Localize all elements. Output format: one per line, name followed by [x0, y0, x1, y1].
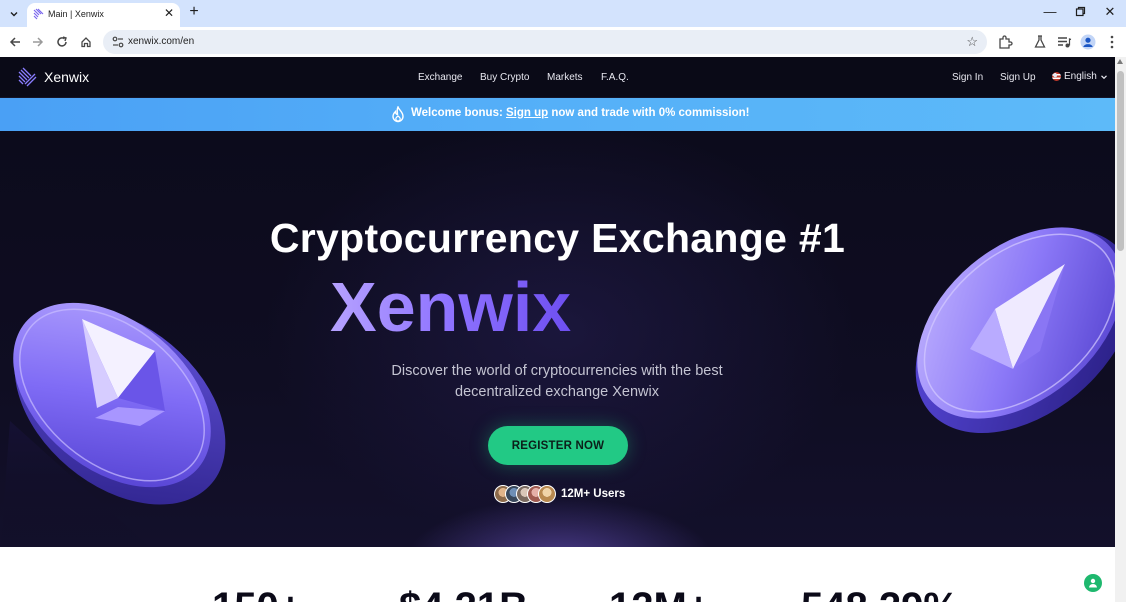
forward-arrow-icon[interactable]: [29, 33, 47, 51]
hero-section: Cryptocurrency Exchange #1 Xenwix Discov…: [0, 131, 1115, 547]
scroll-up-arrow-icon[interactable]: [1117, 59, 1123, 64]
scrollbar-thumb[interactable]: [1117, 71, 1124, 251]
reload-icon[interactable]: [53, 33, 71, 51]
register-now-button[interactable]: REGISTER NOW: [488, 426, 628, 465]
banner-suffix: now and trade with 0% commission!: [548, 107, 750, 119]
stat-value: $4.21B: [399, 585, 528, 602]
minimize-window-icon[interactable]: —: [1040, 4, 1060, 19]
hero-title: Cryptocurrency Exchange #1: [269, 215, 846, 261]
users-count-label: 12M+ Users: [561, 488, 626, 500]
browser-tab-active[interactable]: Main | Xenwix ✕: [27, 3, 180, 27]
close-window-icon[interactable]: ✕: [1100, 4, 1120, 20]
tab-title: Main | Xenwix: [48, 9, 104, 19]
nav-markets[interactable]: Markets: [547, 72, 583, 83]
hero-brand-name: Xenwix: [330, 268, 572, 346]
tab-close-icon[interactable]: ✕: [164, 6, 174, 20]
chevron-down-icon: [1100, 74, 1107, 79]
xenwix-logo-icon[interactable]: [17, 67, 37, 87]
nav-buy-crypto[interactable]: Buy Crypto: [480, 72, 529, 83]
address-bar[interactable]: xenwix.com/en ☆: [103, 30, 987, 54]
labs-flask-icon[interactable]: [1032, 34, 1048, 50]
browser-tab-bar: Main | Xenwix ✕ + — ✕: [0, 0, 1126, 27]
back-arrow-icon[interactable]: [6, 33, 24, 51]
browser-toolbar: xenwix.com/en ☆: [0, 27, 1126, 57]
bookmark-star-icon[interactable]: ☆: [966, 34, 978, 50]
banner-sign-up-link[interactable]: Sign up: [506, 107, 548, 119]
extensions-puzzle-icon[interactable]: [997, 34, 1013, 50]
home-icon[interactable]: [77, 33, 95, 51]
profile-avatar-icon[interactable]: [1080, 34, 1096, 50]
ethereum-coin-left-icon: [0, 302, 226, 547]
xenwix-favicon-icon: [33, 8, 44, 20]
page-scrollbar[interactable]: [1115, 57, 1126, 602]
site-info-tune-icon[interactable]: [111, 35, 125, 49]
welcome-bonus-banner: Welcome bonus: Sign up now and trade wit…: [0, 98, 1115, 131]
us-flag-icon: [1052, 72, 1061, 81]
stats-section: 150+ $4.21B 12M+ 548.29%: [0, 547, 1115, 602]
flame-icon: [392, 106, 404, 123]
chat-person-icon: [1089, 578, 1097, 588]
site-logo-text[interactable]: Xenwix: [44, 69, 89, 85]
hero-subtitle: Discover the world of cryptocurrencies w…: [391, 363, 723, 400]
browser-menu-kebab-icon[interactable]: [1104, 34, 1120, 50]
site-header: Xenwix Exchange Buy Crypto Markets F.A.Q…: [0, 57, 1115, 98]
media-queue-icon[interactable]: [1056, 34, 1072, 50]
sign-in-link[interactable]: Sign In: [952, 72, 983, 83]
stat-value: 12M+: [609, 585, 710, 602]
tab-search-chevron-icon[interactable]: [5, 5, 23, 23]
stat-value: 150+: [212, 585, 302, 602]
support-chat-button[interactable]: [1084, 574, 1102, 592]
restore-window-icon[interactable]: [1070, 5, 1090, 20]
user-avatars-group: [494, 485, 556, 503]
avatar: [538, 485, 556, 503]
stat-value: 548.29%: [801, 585, 959, 602]
new-tab-plus-icon[interactable]: +: [185, 3, 203, 21]
banner-message: Welcome bonus: Sign up now and trade wit…: [411, 107, 749, 119]
language-selector[interactable]: English: [1052, 71, 1108, 82]
url-text: xenwix.com/en: [128, 36, 195, 47]
nav-faq[interactable]: F.A.Q.: [601, 72, 629, 83]
nav-exchange[interactable]: Exchange: [418, 72, 462, 83]
language-label: English: [1064, 71, 1097, 82]
banner-prefix: Welcome bonus:: [411, 107, 506, 119]
sign-up-link[interactable]: Sign Up: [1000, 72, 1036, 83]
